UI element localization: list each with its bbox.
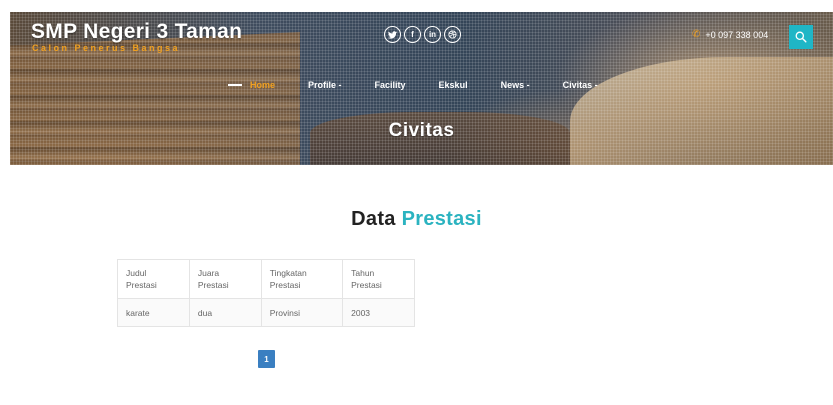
phone-contact[interactable]: ✆ +0 097 338 004 [692, 29, 768, 40]
dribbble-icon[interactable] [444, 26, 461, 43]
facebook-icon[interactable]: f [404, 26, 421, 43]
site-tagline: Calon Penerus Bangsa [32, 43, 181, 53]
column-header-judul[interactable]: Judul Prestasi [117, 259, 190, 299]
nav-item-ekskul[interactable]: Ekskul [439, 80, 468, 90]
nav-item-profile[interactable]: Profile - [308, 80, 342, 90]
section-title-main: Data [351, 208, 396, 230]
linkedin-icon[interactable]: in [424, 26, 441, 43]
social-links: f in [384, 26, 461, 43]
hero-banner: SMP Negeri 3 Taman Calon Penerus Bangsa … [10, 12, 833, 165]
search-button[interactable] [789, 25, 813, 49]
prestasi-table: Judul Prestasi Juara Prestasi Tingkatan Pre… [117, 259, 415, 327]
phone-icon: ✆ [692, 29, 701, 40]
column-header-tahun[interactable]: Tahun Prestasi [342, 259, 415, 299]
search-icon [795, 31, 807, 43]
section-title: Data Prestasi [0, 208, 833, 231]
page-button-1[interactable]: 1 [258, 350, 275, 368]
nav-item-home[interactable]: Home [228, 80, 275, 90]
twitter-icon[interactable] [384, 26, 401, 43]
section-title-accent: Prestasi [401, 208, 482, 230]
cell-tahun: 2003 [342, 298, 415, 327]
page-title: Civitas [388, 120, 455, 141]
cell-judul: karate [117, 298, 190, 327]
phone-number: +0 097 338 004 [705, 29, 769, 40]
table-header-row: Judul Prestasi Juara Prestasi Tingkatan Pre… [117, 259, 415, 299]
column-header-tingkatan[interactable]: Tingkatan Prestasi [260, 259, 344, 299]
main-nav: Home Profile - Facility Ekskul News - Ci… [228, 80, 631, 90]
table-row: karate dua Provinsi 2003 [117, 298, 415, 327]
nav-item-news[interactable]: News - [501, 80, 530, 90]
cell-tingkatan: Provinsi [260, 298, 344, 327]
cell-juara: dua [188, 298, 262, 327]
pagination: 1 [258, 350, 275, 368]
column-header-juara[interactable]: Juara Prestasi [188, 259, 262, 299]
site-title[interactable]: SMP Negeri 3 Taman [31, 20, 242, 44]
nav-item-facility[interactable]: Facility [375, 80, 406, 90]
nav-item-civitas[interactable]: Civitas - [563, 80, 598, 90]
